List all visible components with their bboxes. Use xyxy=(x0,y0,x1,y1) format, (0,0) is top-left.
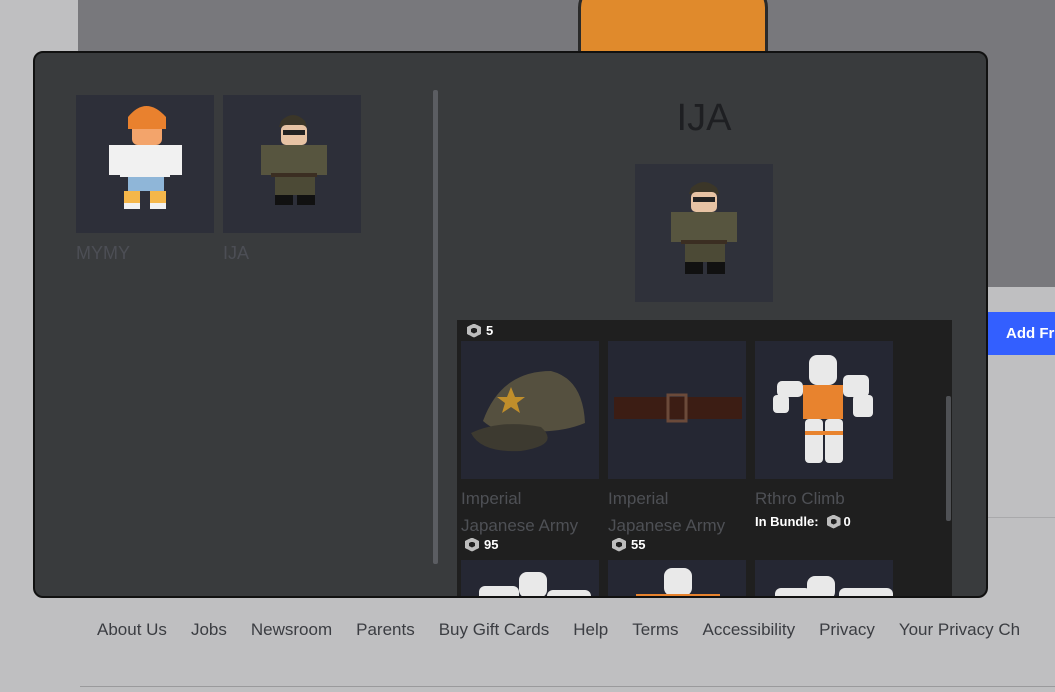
robux-icon xyxy=(826,514,841,529)
item-thumbnail[interactable] xyxy=(755,560,893,596)
in-bundle-label: In Bundle: 0 xyxy=(755,514,851,529)
item-card[interactable] xyxy=(461,560,599,596)
outfit-card-mymy[interactable]: MYMY xyxy=(76,95,214,264)
outfit-card-ija[interactable]: IJA xyxy=(223,95,361,264)
item-card-belt[interactable]: Imperial Japanese Army 55 xyxy=(608,341,746,552)
robux-icon xyxy=(467,323,481,338)
outfit-name: MYMY xyxy=(76,243,130,263)
footer-link-about[interactable]: About Us xyxy=(97,620,167,642)
profile-avatar xyxy=(578,0,768,55)
robux-icon xyxy=(612,537,626,552)
item-price: 95 xyxy=(465,537,599,552)
add-friend-button[interactable]: Add Fr xyxy=(988,312,1055,355)
item-name[interactable]: Imperial Japanese Army xyxy=(461,485,599,539)
item-name[interactable]: Rthro Climb xyxy=(755,485,893,512)
item-thumbnail[interactable] xyxy=(608,560,746,596)
footer-link-privacy[interactable]: Privacy xyxy=(819,620,875,642)
item-card-hat[interactable]: Imperial Japanese Army 95 xyxy=(461,341,599,552)
outfit-detail-thumbnail xyxy=(635,164,773,302)
footer-link-accessibility[interactable]: Accessibility xyxy=(703,620,796,642)
item-thumbnail[interactable] xyxy=(755,341,893,479)
item-card[interactable] xyxy=(608,560,746,596)
footer-link-jobs[interactable]: Jobs xyxy=(191,620,227,642)
footer-link-help[interactable]: Help xyxy=(573,620,608,642)
footer-nav: About Us Jobs Newsroom Parents Buy Gift … xyxy=(97,620,1044,642)
footer-link-parents[interactable]: Parents xyxy=(356,620,415,642)
outfit-thumbnail[interactable] xyxy=(223,95,361,233)
outfit-modal: MYMY IJA IJA 5 Imperial Japanese Army 95… xyxy=(33,51,988,598)
footer-link-terms[interactable]: Terms xyxy=(632,620,678,642)
price-row: 5 xyxy=(467,323,493,338)
footer-link-newsroom[interactable]: Newsroom xyxy=(251,620,332,642)
item-card-animation[interactable]: Rthro Climb In Bundle: 0 xyxy=(755,341,893,529)
robux-icon xyxy=(465,537,479,552)
item-price: 55 xyxy=(612,537,746,552)
outfit-thumbnail[interactable] xyxy=(76,95,214,233)
item-thumbnail[interactable] xyxy=(461,341,599,479)
items-scrollbar[interactable] xyxy=(946,396,951,521)
footer-rule xyxy=(80,686,1055,687)
item-thumbnail[interactable] xyxy=(608,341,746,479)
item-name[interactable]: Imperial Japanese Army xyxy=(608,485,746,539)
footer-link-privacy-choices[interactable]: Your Privacy Ch xyxy=(899,620,1020,642)
divider xyxy=(988,517,1055,518)
footer-link-gift-cards[interactable]: Buy Gift Cards xyxy=(439,620,550,642)
item-thumbnail[interactable] xyxy=(461,560,599,596)
outfit-name: IJA xyxy=(223,243,250,263)
outfit-detail-title: IJA xyxy=(676,97,732,139)
item-card[interactable] xyxy=(755,560,893,596)
price-value: 5 xyxy=(486,323,494,338)
panel-divider[interactable] xyxy=(433,90,438,564)
outfit-items-list[interactable]: 5 Imperial Japanese Army 95 Imperial Jap… xyxy=(457,320,952,596)
